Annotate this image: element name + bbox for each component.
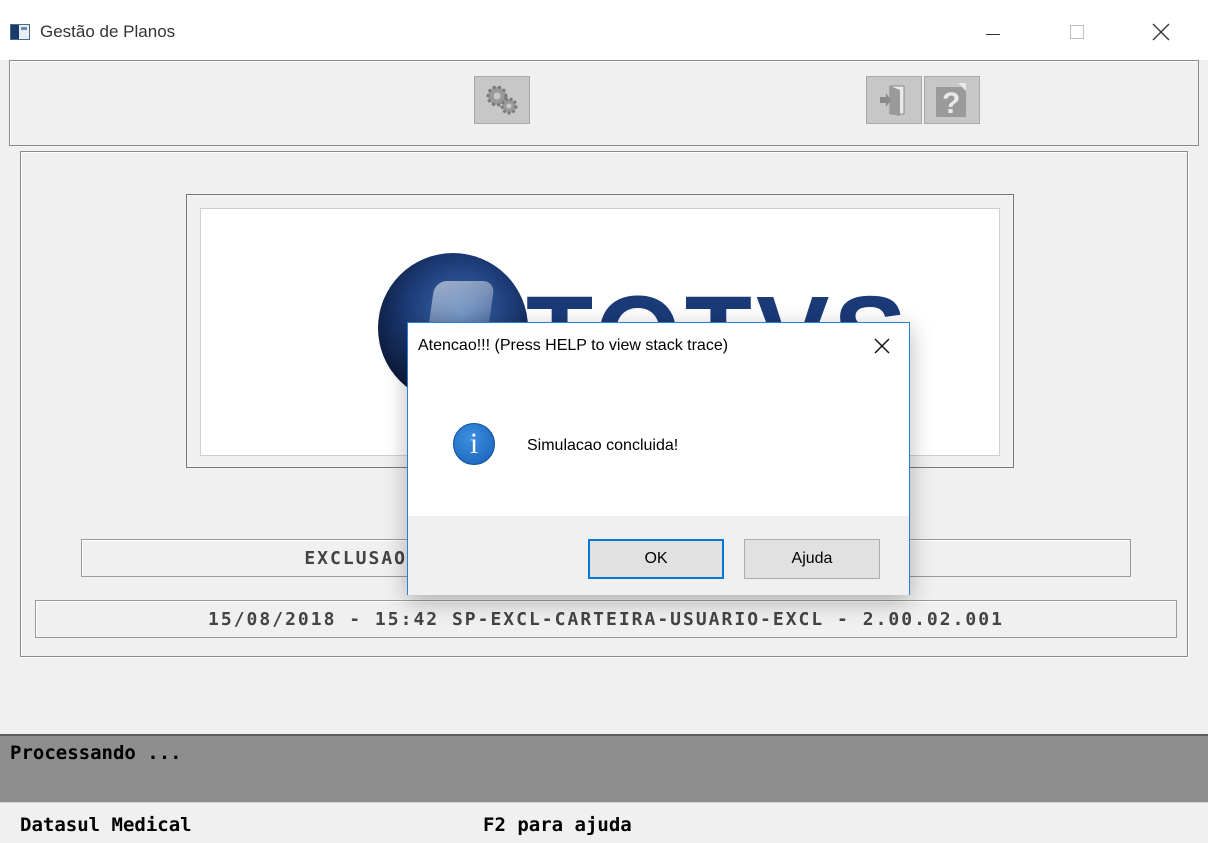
dialog-close-button[interactable] [864,331,900,361]
app-window-icon [10,24,30,40]
close-icon [874,338,890,354]
alert-dialog: Atencao!!! (Press HELP to view stack tra… [407,322,910,595]
footer-help-hint: F2 para ajuda [483,814,632,836]
toolbar: ? [9,60,1199,146]
help-button[interactable]: ? [924,76,980,124]
dialog-button-row: OK Ajuda [408,516,909,595]
gears-icon [486,85,518,115]
dialog-title: Atencao!!! (Press HELP to view stack tra… [418,337,729,354]
title-bar: Gestão de Planos [0,0,1208,60]
window-title: Gestão de Planos [40,22,176,41]
maximize-icon [1070,25,1084,39]
svg-text:?: ? [942,87,960,119]
app-window: Gestão de Planos ? EXCLUSAO 15/08/2018 -… [0,0,1208,843]
dialog-message: Simulacao concluida! [527,437,679,454]
process-button[interactable] [474,76,530,124]
footer-bar: Datasul Medical F2 para ajuda [0,802,1208,843]
close-button[interactable] [1138,14,1184,50]
exit-door-icon [880,85,905,116]
help-question-icon: ? [936,83,966,119]
info-icon: i [453,423,495,465]
program-version-line: 15/08/2018 - 15:42 SP-EXCL-CARTEIRA-USUA… [35,600,1177,638]
minimize-icon [986,33,1000,35]
close-icon [1152,23,1170,41]
maximize-button[interactable] [1054,14,1100,50]
help-dialog-button[interactable]: Ajuda [744,539,880,579]
footer-product-name: Datasul Medical [20,814,192,836]
status-area: Processando ... [0,734,1208,802]
minimize-button[interactable] [970,14,1016,50]
status-text: Processando ... [10,742,182,764]
exit-button[interactable] [866,76,922,124]
ok-button[interactable]: OK [588,539,724,579]
